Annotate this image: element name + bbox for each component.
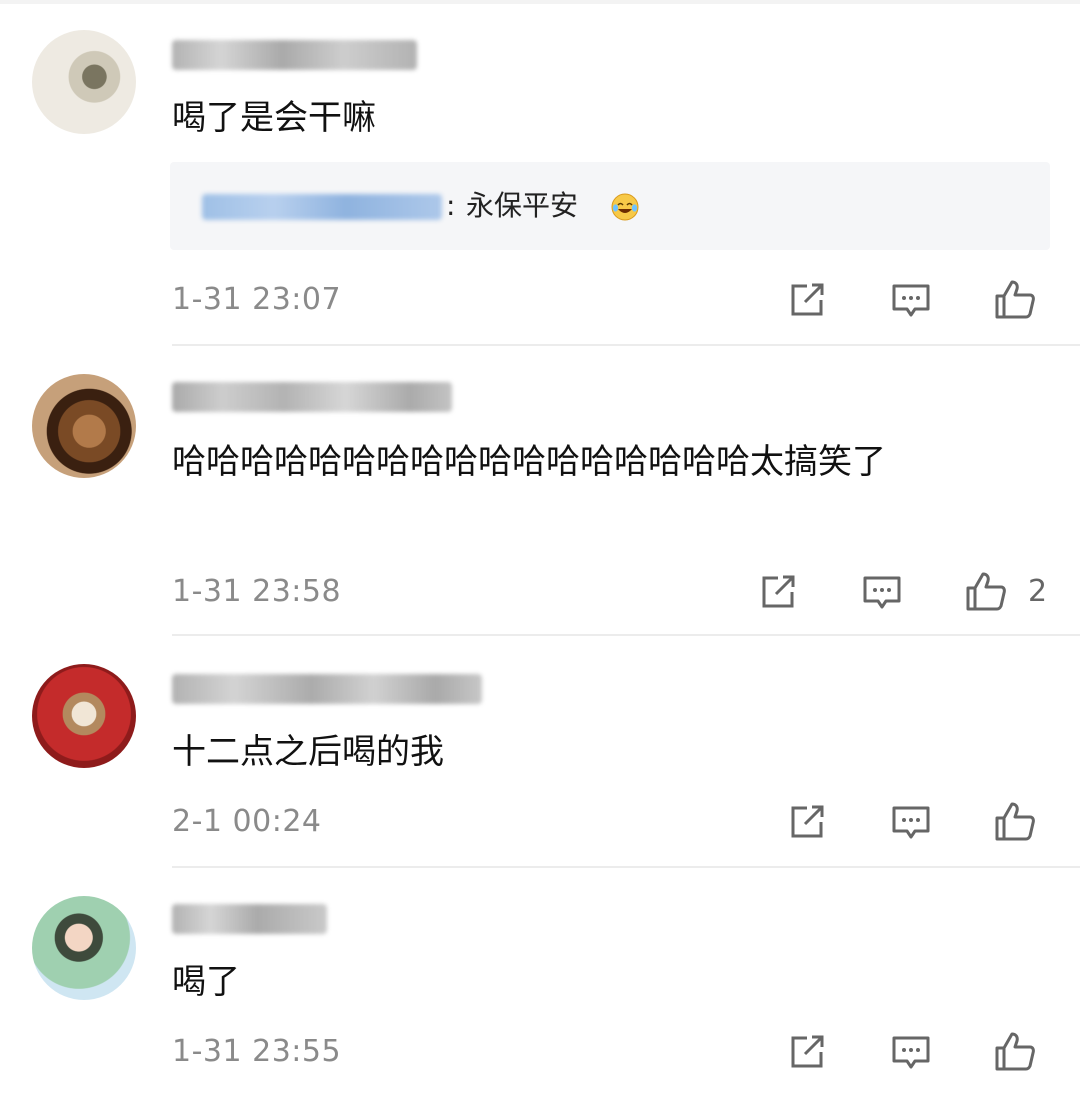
share-button[interactable] bbox=[785, 800, 829, 844]
share-icon bbox=[791, 1035, 824, 1068]
comment-icon bbox=[892, 284, 930, 317]
thumbs-up-icon bbox=[995, 280, 1035, 319]
reply-text: 永保平安 bbox=[466, 189, 579, 222]
comment-item: 哈哈哈哈哈哈哈哈哈哈哈哈哈哈哈哈哈太搞笑了 1-31 23:58 2 bbox=[0, 346, 1080, 636]
comment-time: 1-31 23:55 bbox=[172, 1034, 342, 1069]
comment-text: 十二点之后喝的我 bbox=[172, 732, 444, 772]
comment-time: 1-31 23:58 bbox=[172, 574, 342, 609]
like-count: 2 bbox=[1028, 574, 1048, 609]
comment-time: 2-1 00:24 bbox=[172, 804, 322, 839]
username[interactable] bbox=[172, 674, 482, 704]
username[interactable] bbox=[172, 904, 327, 934]
thumbs-up-icon bbox=[995, 802, 1035, 841]
thumbs-up-icon bbox=[966, 572, 1006, 611]
comment-text: 喝了是会干嘛 bbox=[172, 98, 376, 138]
comment-item: 喝了 1-31 23:55 bbox=[0, 868, 1080, 1093]
share-icon bbox=[762, 575, 795, 608]
comment-icon bbox=[863, 576, 901, 609]
avatar[interactable] bbox=[32, 664, 136, 768]
avatar[interactable] bbox=[32, 30, 136, 134]
comment-text: 哈哈哈哈哈哈哈哈哈哈哈哈哈哈哈哈哈太搞笑了 bbox=[172, 442, 886, 482]
comment-button[interactable] bbox=[889, 1030, 933, 1074]
reply-separator: : bbox=[446, 189, 456, 222]
username[interactable] bbox=[172, 382, 452, 412]
comment-time: 1-31 23:07 bbox=[172, 282, 342, 317]
avatar[interactable] bbox=[32, 896, 136, 1000]
username[interactable] bbox=[172, 40, 417, 70]
comment-item: 喝了是会干嘛 : 永保平安 1-31 23:07 bbox=[0, 0, 1080, 346]
comment-item: 十二点之后喝的我 2-1 00:24 bbox=[0, 636, 1080, 868]
comment-icon bbox=[892, 806, 930, 839]
like-button[interactable] bbox=[993, 1030, 1037, 1074]
comment-button[interactable] bbox=[889, 278, 933, 322]
like-button[interactable] bbox=[964, 570, 1008, 614]
laugh-cry-emoji-icon bbox=[611, 193, 639, 221]
like-button[interactable] bbox=[993, 278, 1037, 322]
comment-icon bbox=[892, 1036, 930, 1069]
share-button[interactable] bbox=[756, 570, 800, 614]
reply-username[interactable] bbox=[202, 194, 442, 220]
comment-button[interactable] bbox=[889, 800, 933, 844]
thumbs-up-icon bbox=[995, 1032, 1035, 1071]
reply-preview[interactable]: : 永保平安 bbox=[170, 162, 1050, 250]
comment-text: 喝了 bbox=[172, 962, 240, 1002]
share-button[interactable] bbox=[785, 1030, 829, 1074]
share-icon bbox=[791, 283, 824, 316]
like-button[interactable] bbox=[993, 800, 1037, 844]
comment-button[interactable] bbox=[860, 570, 904, 614]
share-button[interactable] bbox=[785, 278, 829, 322]
share-icon bbox=[791, 805, 824, 838]
avatar[interactable] bbox=[32, 374, 136, 478]
